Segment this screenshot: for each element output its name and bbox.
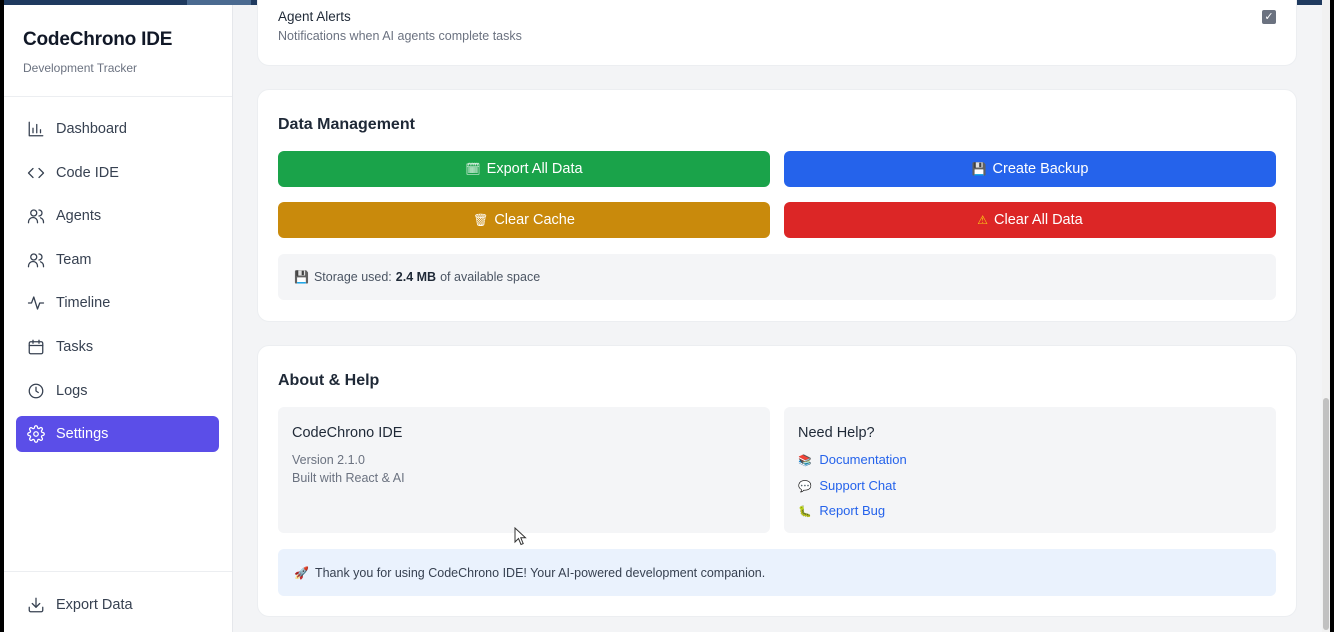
floppy-disk-icon: 💾 (971, 162, 987, 176)
help-title: Need Help? (798, 425, 875, 441)
support-chat-link[interactable]: 💬 Support Chat (798, 478, 896, 493)
sidebar-item-tasks[interactable]: Tasks (16, 329, 219, 365)
scrollbar-thumb[interactable] (1323, 398, 1329, 630)
bug-icon: 🐛 (798, 506, 812, 518)
documentation-label: Documentation (819, 452, 907, 467)
sidebar-item-label: Settings (56, 426, 109, 443)
app-subtitle: Development Tracker (23, 61, 138, 75)
storage-amount: 2.4 MB (395, 270, 437, 284)
divider (4, 96, 232, 97)
rocket-icon: 🚀 (294, 565, 309, 580)
users-icon (27, 207, 45, 225)
export-all-data-button[interactable]: 🗓 Export All Data (278, 151, 770, 187)
sidebar-item-settings[interactable]: Settings (16, 416, 219, 453)
calendar-icon (27, 338, 45, 356)
floppy-disk-icon: 💾 (294, 270, 309, 284)
download-icon (28, 597, 44, 613)
sidebar-item-team[interactable]: Team (16, 242, 219, 278)
report-bug-link[interactable]: 🐛 Report Bug (798, 503, 885, 518)
export-data-label: Export Data (56, 597, 133, 613)
thank-you-text: Thank you for using CodeChrono IDE! Your… (314, 565, 766, 580)
app-title: CodeChrono IDE (23, 29, 173, 50)
about-help-card: About & Help CodeChrono IDE Version 2.1.… (257, 345, 1297, 617)
clear-all-data-label: Clear All Data (994, 212, 1083, 228)
trash-icon: 🗑 (473, 213, 489, 227)
product-version: Version 2.1.0 (292, 453, 365, 467)
sidebar-item-code-ide[interactable]: Code IDE (16, 155, 219, 191)
mouse-cursor-icon (514, 527, 527, 546)
sidebar-item-label: Logs (56, 382, 88, 399)
product-title: CodeChrono IDE (292, 425, 403, 441)
clear-cache-button[interactable]: 🗑 Clear Cache (278, 202, 770, 238)
agent-alerts-title: Agent Alerts (278, 9, 351, 24)
app-window: CodeChrono IDE Development Tracker Dashb… (4, 0, 1330, 632)
code-icon (27, 164, 45, 182)
documentation-link[interactable]: 📚 Documentation (798, 452, 907, 467)
agent-alerts-checkbox[interactable]: ✓ (1262, 10, 1276, 24)
brand: CodeChrono IDE Development Tracker (23, 29, 172, 75)
sidebar-item-label: Agents (56, 208, 102, 225)
users-icon (27, 251, 45, 269)
main-scrollbar[interactable] (1322, 0, 1330, 632)
help-box: Need Help? 📚 Documentation 💬 Support Cha… (784, 407, 1276, 533)
sidebar-item-dashboard[interactable]: Dashboard (16, 111, 219, 147)
product-info-box: CodeChrono IDE Version 2.1.0 Built with … (278, 407, 770, 533)
bar-chart-icon (27, 120, 45, 138)
export-data-button[interactable]: Export Data (27, 596, 133, 614)
report-bug-label: Report Bug (819, 503, 886, 518)
sidebar-item-label: Team (56, 251, 92, 268)
product-built-with: Built with React & AI (292, 471, 405, 485)
support-chat-label: Support Chat (819, 478, 896, 493)
storage-usage: 💾 Storage used: 2.4 MB of available spac… (278, 254, 1276, 300)
data-management-card: Data Management 🗓 Export All Data 💾 Crea… (257, 89, 1297, 322)
sidebar: CodeChrono IDE Development Tracker Dashb… (4, 5, 233, 632)
data-management-heading: Data Management (278, 116, 415, 133)
gear-icon (27, 425, 45, 443)
warning-icon: ⚠ (977, 213, 989, 227)
sidebar-item-label: Tasks (56, 338, 94, 355)
sidebar-item-timeline[interactable]: Timeline (16, 285, 219, 321)
agent-alerts-description: Notifications when AI agents complete ta… (278, 29, 522, 43)
create-backup-label: Create Backup (992, 161, 1089, 177)
storage-suffix: of available space (440, 270, 541, 284)
sidebar-item-agents[interactable]: Agents (16, 198, 219, 234)
chat-bubble-icon: 💬 (798, 481, 812, 493)
sidebar-item-label: Dashboard (56, 121, 127, 137)
agent-alerts-card: Agent Alerts Notifications when AI agent… (257, 0, 1297, 66)
books-icon: 📚 (798, 455, 812, 467)
storage-prefix: Storage used: (313, 270, 392, 284)
calendar-icon: 🗓 (465, 162, 481, 176)
clear-all-data-button[interactable]: ⚠ Clear All Data (784, 202, 1276, 238)
clock-icon (27, 382, 45, 400)
activity-icon (27, 294, 45, 312)
thank-you-banner: 🚀 Thank you for using CodeChrono IDE! Yo… (278, 549, 1276, 596)
export-all-data-label: Export All Data (486, 161, 583, 177)
sidebar-item-label: Timeline (56, 295, 111, 312)
divider (4, 571, 232, 572)
sidebar-nav: Dashboard Code IDE Agents Team Timeline … (16, 111, 219, 460)
sidebar-item-logs[interactable]: Logs (16, 373, 219, 409)
create-backup-button[interactable]: 💾 Create Backup (784, 151, 1276, 187)
sidebar-item-label: Code IDE (56, 164, 119, 181)
about-help-heading: About & Help (278, 372, 380, 389)
clear-cache-label: Clear Cache (494, 212, 575, 228)
